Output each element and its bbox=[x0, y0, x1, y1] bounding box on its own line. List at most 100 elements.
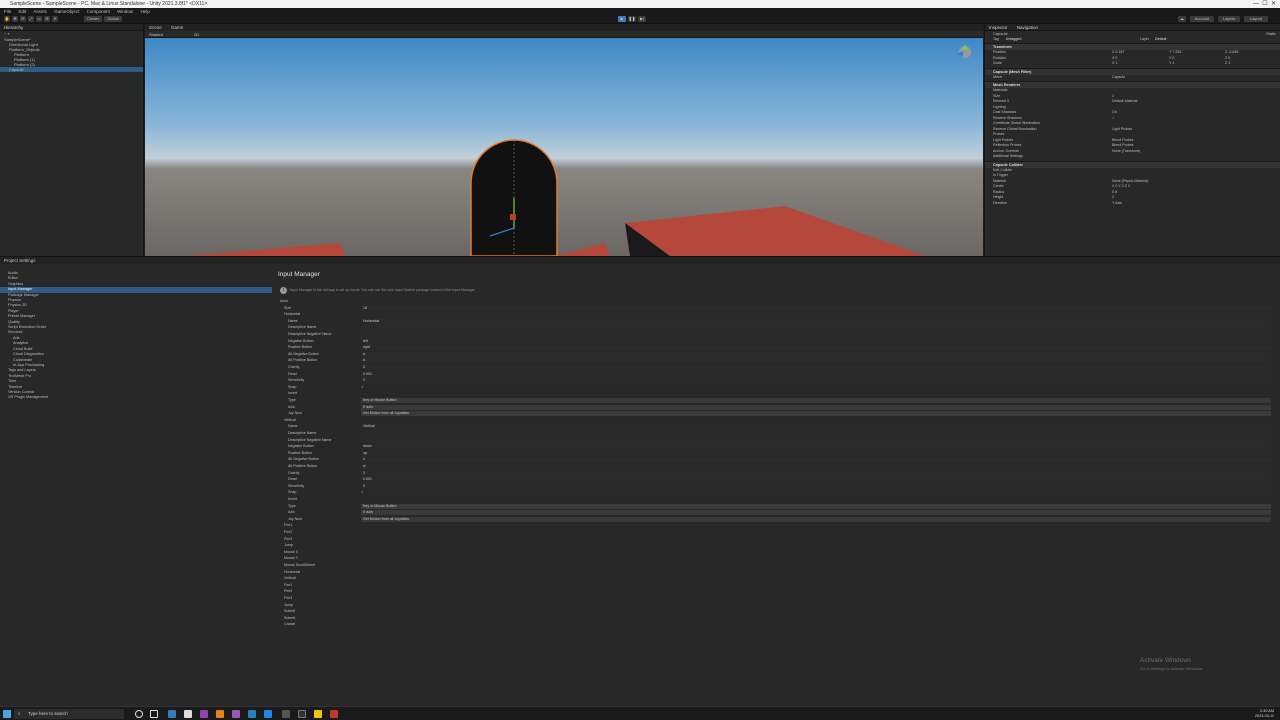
axis-property-value[interactable] bbox=[361, 325, 1271, 331]
menu-edit[interactable]: Edit bbox=[19, 9, 27, 14]
axis-property-value[interactable]: right bbox=[361, 345, 1271, 351]
cloud-icon[interactable]: ☁ bbox=[1178, 16, 1186, 22]
tab-inspector[interactable]: Inspector bbox=[989, 25, 1008, 30]
tab-navigation[interactable]: Navigation bbox=[1017, 25, 1038, 30]
hierarchy-tab[interactable]: Hierarchy bbox=[0, 24, 143, 31]
pivot-center-toggle[interactable]: Center bbox=[84, 16, 102, 22]
menu-file[interactable]: File bbox=[4, 9, 11, 14]
mesh-renderer-header[interactable]: Mesh Renderer bbox=[985, 81, 1280, 88]
axes-size-value[interactable]: 18 bbox=[361, 305, 1271, 311]
axis-property-value[interactable] bbox=[361, 332, 1271, 337]
rotate-tool-icon[interactable]: ⟳ bbox=[20, 16, 26, 22]
input-manager-title: Input Manager bbox=[278, 271, 320, 278]
scene-canvas[interactable] bbox=[145, 38, 983, 256]
move-tool-icon[interactable]: ✥ bbox=[12, 16, 18, 22]
axis-property-value[interactable]: 0.001 bbox=[361, 477, 1271, 483]
tag-dropdown[interactable]: Untagged bbox=[1006, 37, 1022, 41]
rect-tool-icon[interactable]: ▭ bbox=[36, 16, 42, 22]
menu-component[interactable]: Component bbox=[87, 9, 110, 14]
axis-property-value[interactable]: a bbox=[361, 351, 1271, 357]
app-icon-7[interactable] bbox=[264, 710, 272, 718]
custom-tool-icon[interactable]: ✕ bbox=[52, 16, 58, 22]
menu-help[interactable]: Help bbox=[140, 9, 149, 14]
transform-header[interactable]: Transform bbox=[985, 43, 1280, 50]
axis-property-label: Sensitivity bbox=[288, 378, 305, 383]
axis-property-value[interactable]: ✓ bbox=[361, 490, 364, 495]
axis-property-value[interactable]: X axis bbox=[361, 404, 1271, 410]
tab-game[interactable]: Game bbox=[171, 25, 183, 30]
cortana-icon[interactable] bbox=[135, 710, 143, 718]
scene-orientation-gizmo[interactable] bbox=[957, 44, 971, 58]
transform-tool-icon[interactable]: ⊕ bbox=[44, 16, 50, 22]
task-view-icon[interactable] bbox=[150, 710, 158, 718]
axis-property-value[interactable]: Horizontal bbox=[361, 318, 1271, 324]
axis-property-value[interactable]: 3 bbox=[361, 483, 1271, 489]
object-name[interactable]: Capsule bbox=[993, 31, 1008, 36]
step-button[interactable]: ▶| bbox=[638, 16, 646, 22]
axis-property-value[interactable]: 3 bbox=[361, 470, 1271, 476]
app-icon-5[interactable] bbox=[232, 710, 240, 718]
axis-property-value[interactable]: 3 bbox=[361, 365, 1271, 370]
capsule-collider-header[interactable]: Capsule Collider bbox=[985, 160, 1280, 168]
shading-mode-dropdown[interactable]: Shaded bbox=[149, 32, 163, 37]
menu-gameobject[interactable]: GameObject bbox=[54, 9, 79, 14]
settings-category-item[interactable]: XR Plugin Management bbox=[0, 395, 272, 400]
app-icon-9[interactable] bbox=[298, 710, 306, 718]
axis-property-value[interactable]: Get Motion from all Joysticks bbox=[361, 411, 1271, 417]
axis-property-label: Dead bbox=[288, 477, 297, 482]
firefox-icon[interactable] bbox=[216, 710, 224, 718]
scale-tool-icon[interactable]: ⤢ bbox=[28, 16, 34, 22]
hand-tool-icon[interactable]: ✋ bbox=[4, 16, 10, 22]
mesh-filter-header[interactable]: Capsule (Mesh Filter) bbox=[985, 67, 1280, 75]
axis-property-value[interactable]: Key or Mouse Button bbox=[361, 398, 1271, 403]
hierarchy-item[interactable]: Capsule bbox=[0, 67, 143, 72]
axis-property-value[interactable]: 3 bbox=[361, 378, 1271, 384]
app-icon-3[interactable] bbox=[200, 710, 208, 718]
axis-property-label: Gravity bbox=[288, 470, 300, 475]
axis-property-value[interactable]: 0.001 bbox=[361, 371, 1271, 377]
window-controls[interactable]: — ☐ ✕ bbox=[1253, 0, 1276, 8]
layout-dropdown[interactable]: Layout bbox=[1244, 16, 1268, 22]
app-icon-11[interactable] bbox=[330, 710, 338, 718]
axis-property-value[interactable]: down bbox=[361, 444, 1271, 450]
app-icon-8[interactable] bbox=[282, 710, 290, 718]
axis-property-value[interactable]: d bbox=[361, 358, 1271, 364]
axis-property-value[interactable]: left bbox=[361, 338, 1271, 344]
menu-window[interactable]: Window bbox=[117, 9, 133, 14]
account-dropdown[interactable]: Account bbox=[1190, 16, 1214, 22]
scale-x[interactable]: X 1 bbox=[1112, 61, 1117, 67]
pause-button[interactable]: ❚❚ bbox=[628, 16, 636, 22]
scale-z[interactable]: Z 1 bbox=[1225, 61, 1230, 67]
property-label: Direction bbox=[993, 200, 1008, 205]
axis-property-value[interactable] bbox=[361, 431, 1271, 436]
property-value[interactable]: Y-Axis bbox=[1112, 201, 1122, 207]
menu-assets[interactable]: Assets bbox=[33, 9, 47, 14]
layer-dropdown[interactable]: Default bbox=[1155, 37, 1166, 43]
edge-icon[interactable] bbox=[248, 710, 256, 718]
axis-property-value[interactable]: Get Motion from all Joysticks bbox=[361, 516, 1271, 522]
move-gizmo-center[interactable] bbox=[510, 214, 516, 220]
layers-dropdown[interactable]: Layers bbox=[1218, 16, 1240, 22]
axis-property-value[interactable]: X axis bbox=[361, 510, 1271, 516]
file-explorer-icon[interactable] bbox=[314, 710, 322, 718]
app-icon-1[interactable] bbox=[168, 710, 176, 718]
play-button[interactable]: ▶ bbox=[618, 16, 626, 22]
2d-toggle[interactable]: 2D bbox=[194, 32, 199, 37]
taskbar-search-input[interactable]: ⌕ Type here to search bbox=[14, 709, 124, 719]
axis-property-value[interactable]: Key or Mouse Button bbox=[361, 503, 1271, 509]
axis-property-value[interactable]: ✓ bbox=[361, 385, 364, 390]
axis-property-value[interactable]: w bbox=[361, 464, 1271, 469]
windows-start-icon[interactable] bbox=[3, 710, 11, 718]
unity-taskbar-icon[interactable] bbox=[184, 710, 192, 718]
global-local-toggle[interactable]: Global bbox=[104, 16, 122, 22]
tab-scene[interactable]: Scene bbox=[149, 25, 162, 30]
taskbar-clock[interactable]: 2:40 AM 2023-03-11 bbox=[1255, 709, 1274, 718]
mesh-field[interactable]: Capsule bbox=[1112, 75, 1125, 81]
project-settings-tab[interactable]: Project Settings bbox=[0, 257, 1280, 264]
axis-property-value[interactable] bbox=[361, 437, 1271, 443]
axis-foldout-label: Mouse Y bbox=[284, 556, 299, 561]
scale-y[interactable]: Y 1 bbox=[1169, 61, 1174, 67]
axis-property-value[interactable]: up bbox=[361, 450, 1271, 456]
axis-property-value[interactable]: Vertical bbox=[361, 424, 1271, 430]
axis-property-value[interactable]: s bbox=[361, 457, 1271, 463]
